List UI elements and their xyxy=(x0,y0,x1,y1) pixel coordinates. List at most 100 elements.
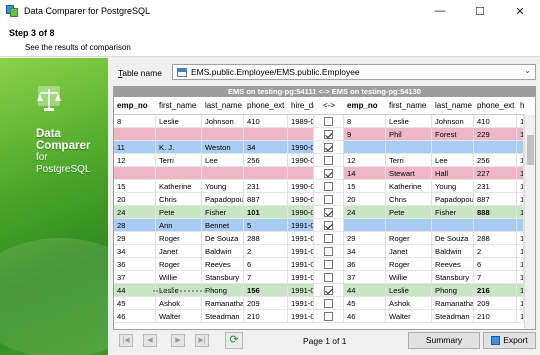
right-cell[interactable]: Leslie xyxy=(386,284,432,297)
left-cell[interactable]: 1991-0 xyxy=(288,310,314,323)
right-column-header[interactable]: last_name xyxy=(432,97,474,115)
left-column-header[interactable]: hire_da xyxy=(288,97,314,115)
summary-button[interactable]: Summary xyxy=(408,332,480,349)
left-cell[interactable]: Roger xyxy=(156,258,202,271)
table-row[interactable]: 45AshokRamanathan2091991-045AshokRamanat… xyxy=(114,297,524,310)
right-cell[interactable]: Young xyxy=(432,180,474,193)
first-page-button[interactable]: |◀ xyxy=(119,334,133,347)
left-cell[interactable] xyxy=(114,128,156,141)
right-cell[interactable]: 199 xyxy=(517,258,524,271)
right-cell[interactable]: Roger xyxy=(386,232,432,245)
right-cell[interactable] xyxy=(386,219,432,232)
left-cell[interactable]: 5 xyxy=(244,219,288,232)
right-cell[interactable]: Forest xyxy=(432,128,474,141)
table-row[interactable]: 12TerriLee2561990-012TerriLee256199 xyxy=(114,154,524,167)
right-column-header[interactable]: first_name xyxy=(386,97,432,115)
right-cell[interactable]: 199 xyxy=(517,232,524,245)
right-cell[interactable]: 199 xyxy=(517,284,524,297)
right-cell[interactable] xyxy=(517,141,524,154)
right-cell[interactable] xyxy=(474,141,517,154)
sync-checkbox[interactable] xyxy=(324,299,333,308)
right-cell[interactable]: 20 xyxy=(344,193,386,206)
table-row[interactable]: 29 Roger De Souza 288 1991-0 29 Roger De Souza 2… xyxy=(114,232,524,245)
right-cell[interactable]: 288 xyxy=(474,232,517,245)
left-cell[interactable]: K. J. xyxy=(156,141,202,154)
right-cell[interactable]: Phil xyxy=(386,128,432,141)
left-cell[interactable]: Leslie xyxy=(156,115,202,128)
right-cell[interactable]: 15 xyxy=(344,180,386,193)
right-cell[interactable]: Johnson xyxy=(432,115,474,128)
left-cell[interactable]: 24 xyxy=(114,206,156,219)
right-cell[interactable]: 229 xyxy=(474,128,517,141)
right-cell[interactable]: 14 xyxy=(344,167,386,180)
left-cell[interactable]: 8 xyxy=(114,115,156,128)
left-cell[interactable]: Johnson xyxy=(202,115,244,128)
sync-checkbox[interactable] xyxy=(324,182,333,191)
sync-checkbox[interactable] xyxy=(324,260,333,269)
right-cell[interactable]: 44 xyxy=(344,284,386,297)
right-cell[interactable]: 198 xyxy=(517,128,524,141)
right-cell[interactable]: Walter xyxy=(386,310,432,323)
left-cell[interactable]: Fisher xyxy=(202,206,244,219)
right-cell[interactable]: 227 xyxy=(474,167,517,180)
close-button[interactable]: ✕ xyxy=(500,0,540,22)
left-cell[interactable]: 1991-0 xyxy=(288,258,314,271)
right-cell[interactable]: Ramanathan xyxy=(432,297,474,310)
right-cell[interactable]: Reeves xyxy=(432,258,474,271)
right-cell[interactable]: 8 xyxy=(344,115,386,128)
left-cell[interactable]: 209 xyxy=(244,297,288,310)
table-row[interactable]: 34JanetBaldwin21991-034JanetBaldwin2199 xyxy=(114,245,524,258)
left-cell[interactable]: 11 xyxy=(114,141,156,154)
left-cell[interactable] xyxy=(156,167,202,180)
right-cell[interactable]: 45 xyxy=(344,297,386,310)
left-cell[interactable]: 101 xyxy=(244,206,288,219)
sync-column-header[interactable]: <-> xyxy=(314,97,344,115)
right-column-header[interactable]: phone_ext xyxy=(474,97,517,115)
left-cell[interactable]: 45 xyxy=(114,297,156,310)
table-row[interactable]: 28 Ann Bennet 5 1991-0 xyxy=(114,219,524,232)
sync-checkbox[interactable] xyxy=(324,247,333,256)
right-cell[interactable]: Roger xyxy=(386,258,432,271)
right-cell[interactable]: Willie xyxy=(386,271,432,284)
left-cell[interactable]: 7 xyxy=(244,271,288,284)
right-cell[interactable]: 29 xyxy=(344,232,386,245)
left-cell[interactable]: 231 xyxy=(244,180,288,193)
right-cell[interactable]: 199 xyxy=(517,297,524,310)
left-cell[interactable]: Young xyxy=(202,180,244,193)
left-cell[interactable]: 1991-0 xyxy=(288,245,314,258)
table-name-select[interactable]: EMS.public.Employee/EMS.public.Employee … xyxy=(172,64,536,80)
left-cell[interactable]: 288 xyxy=(244,232,288,245)
left-cell[interactable]: 37 xyxy=(114,271,156,284)
right-cell[interactable]: Ashok xyxy=(386,297,432,310)
right-cell[interactable]: 199 xyxy=(517,193,524,206)
right-cell[interactable]: 6 xyxy=(474,258,517,271)
left-cell[interactable]: 1991-0 xyxy=(288,297,314,310)
right-cell[interactable]: 231 xyxy=(474,180,517,193)
right-cell[interactable]: 2 xyxy=(474,245,517,258)
sync-checkbox[interactable] xyxy=(324,156,333,165)
left-cell[interactable]: 2 xyxy=(244,245,288,258)
right-cell[interactable]: Pete xyxy=(386,206,432,219)
left-cell[interactable]: Terri xyxy=(156,154,202,167)
sync-checkbox[interactable] xyxy=(324,195,333,204)
right-cell[interactable] xyxy=(517,219,524,232)
right-cell[interactable]: 199 xyxy=(517,271,524,284)
left-cell[interactable]: 1991-0 xyxy=(288,219,314,232)
right-cell[interactable] xyxy=(386,141,432,154)
left-cell[interactable]: 1991-0 xyxy=(288,271,314,284)
table-row[interactable]: 36RogerReeves61991-036RogerReeves6199 xyxy=(114,258,524,271)
left-cell[interactable]: 1991-0 xyxy=(288,232,314,245)
left-cell[interactable]: 1990-0 xyxy=(288,206,314,219)
left-cell[interactable]: 44 xyxy=(114,284,156,297)
table-row[interactable]: 37 Willie Stansbury 7 1991-0 37 Willie Stansbur… xyxy=(114,271,524,284)
table-row[interactable]: 15 Katherine Young 231 1990-0 15 Katherine Youn… xyxy=(114,180,524,193)
right-cell[interactable] xyxy=(432,219,474,232)
left-cell[interactable] xyxy=(244,128,288,141)
sync-checkbox-checked[interactable] xyxy=(324,130,333,139)
left-cell[interactable] xyxy=(288,167,314,180)
refresh-button[interactable]: ⟳ xyxy=(225,332,243,349)
left-cell[interactable]: 20 xyxy=(114,193,156,206)
right-column-header[interactable]: hire xyxy=(517,97,525,115)
export-button[interactable]: Export xyxy=(483,332,536,349)
sync-checkbox[interactable] xyxy=(324,312,333,321)
